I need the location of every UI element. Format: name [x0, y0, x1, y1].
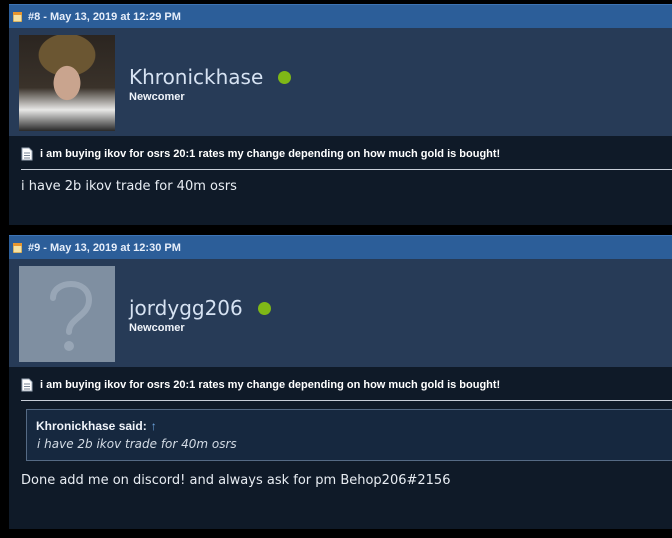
post-title-icon	[21, 378, 33, 392]
post-9: #9 - May 13, 2019 at 12:30 PM jordygg206…	[9, 235, 672, 529]
post-header-text[interactable]: #8 - May 13, 2019 at 12:29 PM	[28, 11, 181, 23]
quote-jump-arrow-icon[interactable]: ↑	[151, 419, 157, 433]
user-info-bar: Khronickhase Newcomer	[9, 28, 672, 136]
post-document-icon	[13, 11, 22, 22]
online-status-icon	[278, 71, 291, 84]
username[interactable]: Khronickhase	[129, 65, 263, 89]
user-rank: Newcomer	[129, 91, 185, 103]
post-8: #8 - May 13, 2019 at 12:29 PM Khronickha…	[9, 4, 672, 225]
user-rank: Newcomer	[129, 322, 185, 334]
question-mark-icon	[50, 281, 93, 351]
default-avatar[interactable]	[19, 266, 115, 362]
post-title-icon	[21, 147, 33, 161]
title-divider	[21, 400, 672, 401]
post-title: i am buying ikov for osrs 20:1 rates my …	[40, 379, 501, 391]
avatar[interactable]	[19, 35, 115, 131]
user-info-bar: jordygg206 Newcomer	[9, 259, 672, 367]
quote-text: i have 2b ikov trade for 40m osrs	[37, 437, 237, 451]
title-divider	[21, 169, 672, 170]
post-header-text[interactable]: #9 - May 13, 2019 at 12:30 PM	[28, 242, 181, 254]
post-title-row: i am buying ikov for osrs 20:1 rates my …	[21, 374, 672, 396]
post-body: Done add me on discord! and always ask f…	[21, 473, 451, 488]
username[interactable]: jordygg206	[129, 296, 243, 320]
post-title-row: i am buying ikov for osrs 20:1 rates my …	[21, 143, 672, 165]
quote-block: Khronickhase said: ↑ i have 2b ikov trade…	[26, 409, 672, 461]
post-document-icon	[13, 242, 22, 253]
quote-author-label: Khronickhase said:	[36, 419, 147, 433]
post-title: i am buying ikov for osrs 20:1 rates my …	[40, 148, 501, 160]
post-header: #9 - May 13, 2019 at 12:30 PM	[9, 235, 672, 259]
online-status-icon	[258, 302, 271, 315]
post-header: #8 - May 13, 2019 at 12:29 PM	[9, 4, 672, 28]
quote-author: Khronickhase said: ↑	[36, 419, 157, 433]
post-body: i have 2b ikov trade for 40m osrs	[21, 179, 237, 194]
